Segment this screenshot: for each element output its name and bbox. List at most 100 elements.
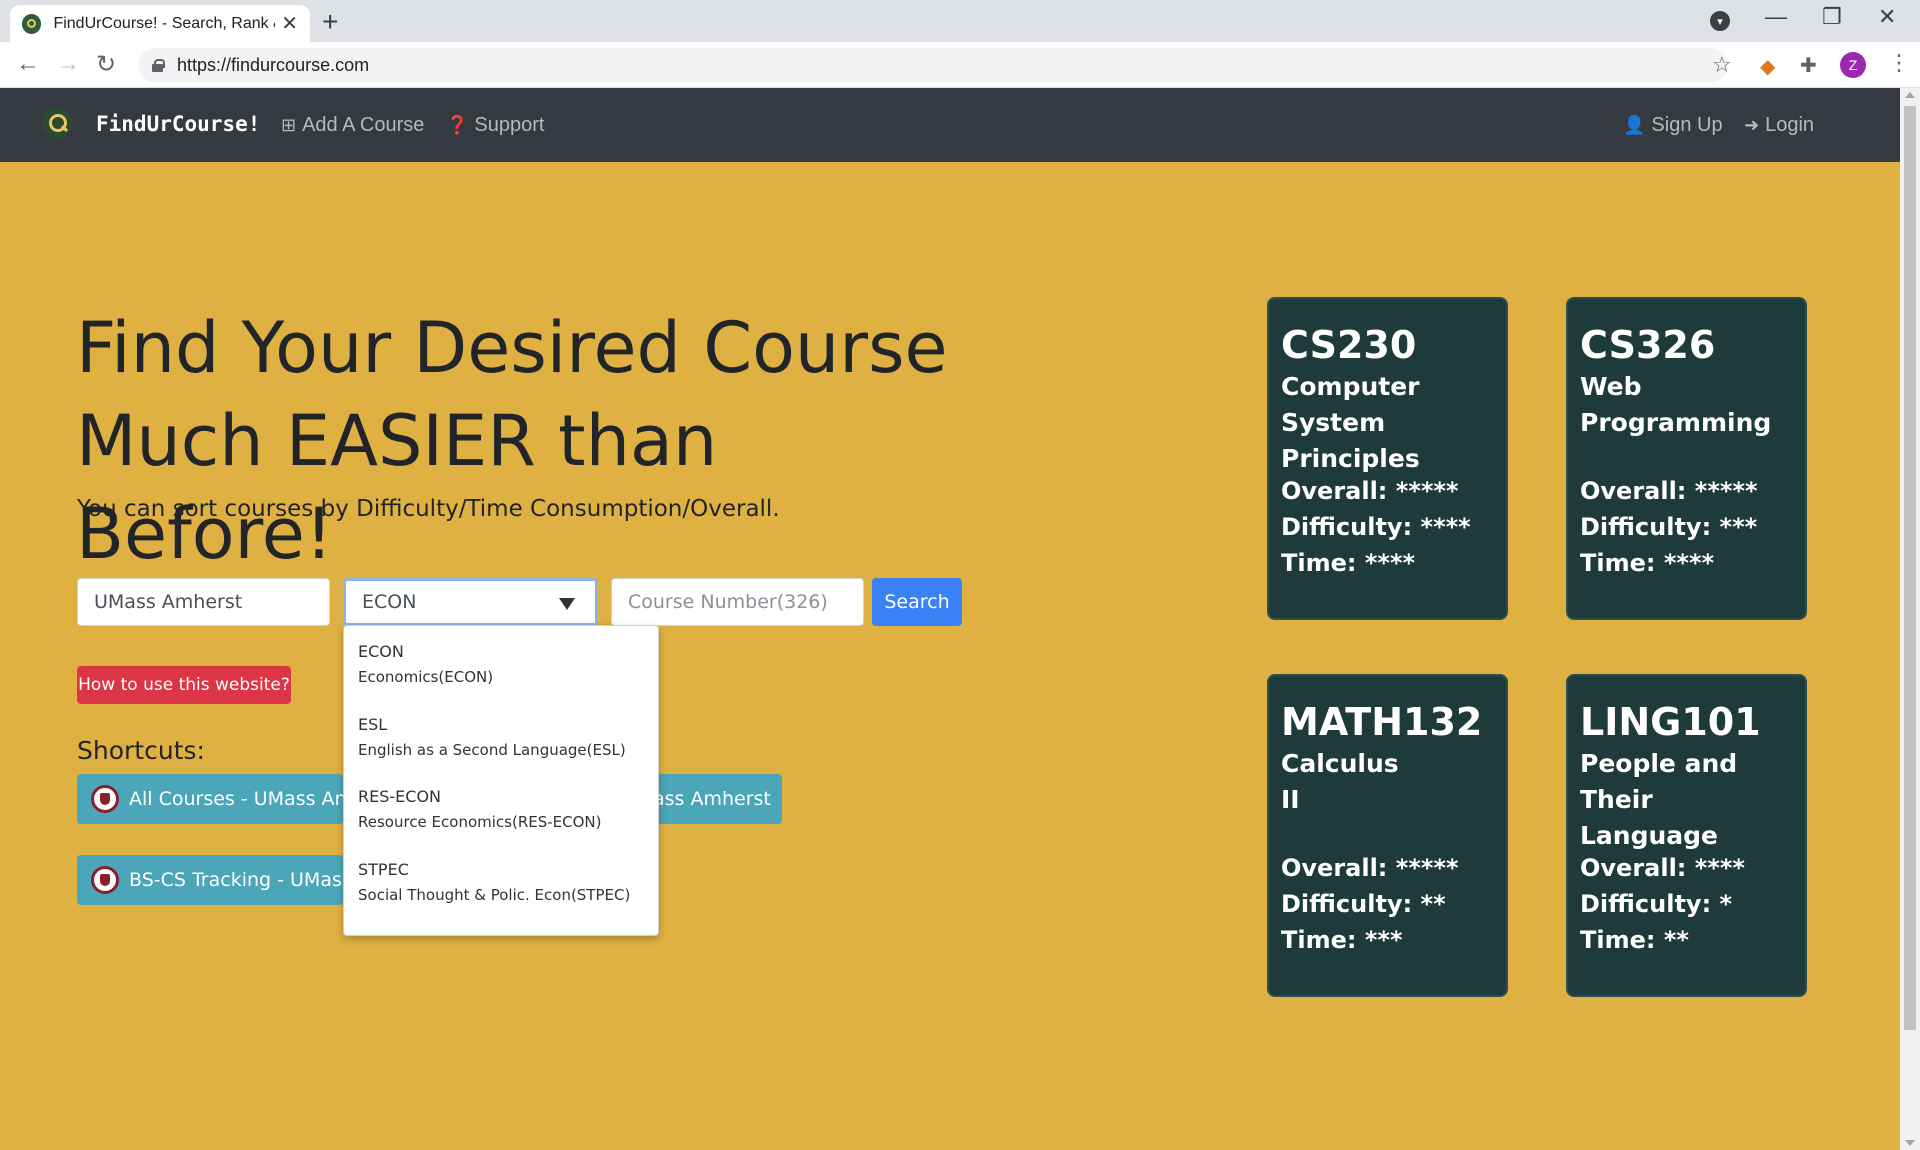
tab-title: FindUrCourse! - Search, Rank & Get Detai… (53, 14, 275, 32)
course-name-line: II (1281, 785, 1300, 814)
tab-search-icon[interactable]: ▾ (1710, 11, 1730, 31)
back-icon[interactable]: ← (16, 50, 40, 78)
option-code: ESL (358, 714, 388, 734)
nav-login[interactable]: ➜ Login (1744, 114, 1814, 137)
course-card-math132[interactable]: MATH132 Calculus II Overall: ***** Diffi… (1267, 674, 1508, 997)
scroll-down-arrow-icon[interactable] (1905, 1140, 1915, 1146)
difficulty-rating: Difficulty: **** (1281, 513, 1471, 541)
search-button[interactable]: Search (872, 578, 962, 626)
course-name-line: Computer System (1281, 372, 1420, 437)
option-name: English as a Second Language(ESL) (358, 740, 626, 759)
subject-select-value: ECON (362, 591, 417, 613)
shortcut-label: All Courses - UMass Amherst (129, 788, 343, 810)
course-name-line: Web (1580, 372, 1642, 401)
address-bar[interactable]: https://findurcourse.com (138, 48, 1728, 82)
time-rating: Time: *** (1281, 926, 1403, 954)
restore-icon[interactable]: ❐ (1822, 4, 1842, 30)
minimize-icon[interactable]: — (1765, 4, 1787, 30)
option-code: RES-ECON (358, 787, 441, 806)
course-card-cs326[interactable]: CS326 Web Programming Overall: ***** Dif… (1566, 297, 1807, 620)
course-code: CS326 (1580, 323, 1716, 367)
course-name: Web Programming (1580, 369, 1793, 449)
course-number-input[interactable]: Course Number(326) (611, 578, 864, 626)
extensions-puzzle-icon[interactable]: ✚ (1800, 53, 1817, 78)
course-code: MATH132 (1281, 700, 1483, 744)
browser-toolbar: ← → ↻ https://findurcourse.com ☆ ◆ ✚ Z ⋮ (0, 42, 1920, 88)
dropdown-option[interactable]: ESL English as a Second Language(ESL) (344, 711, 658, 784)
scroll-up-arrow-icon[interactable] (1905, 92, 1915, 98)
nav-sign-up[interactable]: 👤 Sign Up (1623, 114, 1723, 137)
scrollbar-thumb[interactable] (1904, 106, 1916, 1030)
time-rating: Time: **** (1580, 549, 1715, 577)
brand-name[interactable]: FindUrCourse! (96, 112, 260, 136)
page-scrollbar[interactable] (1900, 88, 1920, 1150)
overall-rating: Overall: ***** (1281, 854, 1459, 882)
url-text[interactable]: https://findurcourse.com (177, 55, 369, 76)
umass-seal-icon (91, 785, 119, 813)
subject-dropdown-list: ECON Economics(ECON) ESL English as a Se… (343, 625, 659, 936)
how-to-use-button[interactable]: How to use this website? (77, 666, 291, 704)
subject-select[interactable]: ECON (343, 578, 598, 626)
shortcut-bs-cs-tracking[interactable]: BS-CS Tracking - UMass Amherst (77, 855, 343, 905)
nav-support-label: Support (474, 114, 545, 136)
school-input[interactable]: UMass Amherst (77, 578, 330, 626)
profile-avatar[interactable]: Z (1840, 52, 1866, 78)
reload-icon[interactable]: ↻ (96, 50, 116, 79)
time-rating: Time: **** (1281, 549, 1416, 577)
umass-seal-icon (91, 866, 119, 894)
browser-tab-strip: FindUrCourse! - Search, Rank & Get Detai… (0, 0, 1920, 42)
dropdown-option[interactable]: ECON Economics(ECON) (344, 638, 658, 711)
nav-login-label: Login (1765, 114, 1815, 136)
overall-rating: Overall: ***** (1281, 477, 1459, 505)
course-name-line: People and (1580, 749, 1738, 778)
course-name: Calculus II (1281, 746, 1494, 826)
shortcut-partially-hidden[interactable]: ass Amherst (643, 774, 782, 824)
course-ratings: Overall: **** Difficulty: * Time: ** (1580, 850, 1793, 958)
logo-magnifier-icon[interactable] (42, 108, 72, 138)
course-ratings: Overall: ***** Difficulty: *** Time: ***… (1580, 473, 1793, 581)
course-card-cs230[interactable]: CS230 Computer System Principles Overall… (1267, 297, 1508, 620)
close-window-icon[interactable]: ✕ (1878, 4, 1896, 30)
nav-sign-up-label: Sign Up (1651, 114, 1723, 136)
shortcut-all-courses[interactable]: All Courses - UMass Amherst (77, 774, 343, 824)
nav-add-course-label: Add A Course (302, 114, 425, 136)
course-code: CS230 (1281, 323, 1417, 367)
hero-subtitle: You can sort courses by Difficulty/Time … (77, 496, 780, 522)
new-tab-icon[interactable]: + (322, 6, 338, 38)
hero-title-line-2: Much EASIER than Before! (76, 400, 718, 575)
difficulty-rating: Difficulty: * (1580, 890, 1733, 918)
difficulty-rating: Difficulty: ** (1281, 890, 1446, 918)
nav-add-course[interactable]: ⊞ Add A Course (281, 114, 424, 137)
metamask-extension-icon[interactable]: ◆ (1760, 54, 1775, 79)
course-name-line: Calculus (1281, 749, 1399, 778)
option-code: STPEC (358, 859, 409, 879)
course-name: People and Their Language (1580, 746, 1793, 850)
forward-icon[interactable]: → (56, 50, 80, 78)
course-ratings: Overall: ***** Difficulty: ** Time: *** (1281, 850, 1494, 958)
close-tab-icon[interactable]: ✕ (281, 11, 298, 36)
browser-menu-icon[interactable]: ⋮ (1888, 50, 1910, 76)
option-name: Resource Economics(RES-ECON) (358, 813, 602, 831)
school-input-value: UMass Amherst (94, 591, 243, 613)
dropdown-option[interactable]: STPEC Social Thought & Polic. Econ(STPEC… (344, 856, 658, 929)
hero-title-line-1: Find Your Desired Course (76, 307, 948, 389)
shortcut-label: BS-CS Tracking - UMass Amherst (129, 869, 343, 891)
nav-support[interactable]: ❓ Support (446, 114, 544, 137)
dropdown-option[interactable]: RES-ECON Resource Economics(RES-ECON) (344, 783, 658, 856)
course-number-placeholder: Course Number(326) (628, 591, 828, 613)
plus-square-icon: ⊞ (281, 115, 297, 135)
chevron-down-icon (559, 598, 575, 610)
time-rating: Time: ** (1580, 926, 1689, 954)
course-card-ling101[interactable]: LING101 People and Their Language Overal… (1566, 674, 1807, 997)
browser-tab[interactable]: FindUrCourse! - Search, Rank & Get Detai… (10, 5, 310, 42)
lock-icon[interactable] (152, 59, 165, 72)
option-code: ECON (358, 642, 404, 661)
bookmark-star-icon[interactable]: ☆ (1712, 52, 1732, 78)
question-circle-icon: ❓ (446, 115, 469, 135)
site-navbar: FindUrCourse! ⊞ Add A Course ❓ Support 👤… (0, 88, 1900, 162)
course-name-line: Their Language (1580, 785, 1719, 850)
overall-rating: Overall: **** (1580, 854, 1745, 882)
course-name-line: Programming (1580, 408, 1772, 437)
shortcut-label: ass Amherst (653, 788, 771, 810)
difficulty-rating: Difficulty: *** (1580, 513, 1758, 541)
